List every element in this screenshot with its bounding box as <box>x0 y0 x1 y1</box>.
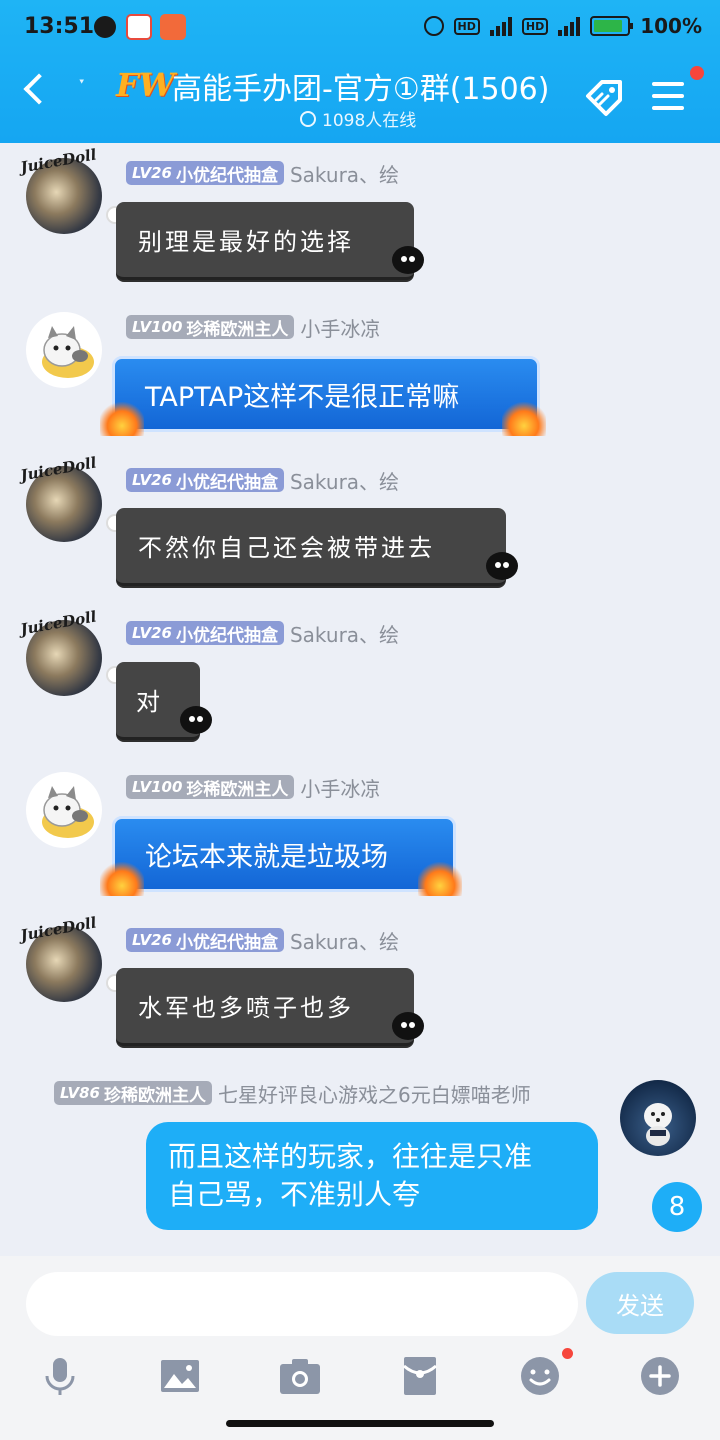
red-packet-icon[interactable] <box>398 1354 442 1398</box>
avatar[interactable] <box>620 1080 696 1156</box>
flame-decoration-icon <box>418 862 462 896</box>
bubble-decoration-icon <box>392 246 424 274</box>
online-icon <box>300 110 316 127</box>
sender-nick[interactable]: Sakura、绘 <box>290 619 399 648</box>
shield-icon <box>94 16 116 38</box>
status-time: 13:51 <box>24 14 95 39</box>
shop-notification-icon <box>160 14 186 40</box>
sender-nick[interactable]: Sakura、绘 <box>290 466 399 495</box>
mic-icon[interactable] <box>38 1354 82 1398</box>
message-text: 别理是最好的选择 <box>138 228 354 256</box>
level-badge: LV26 小优纪代抽盒 <box>126 928 284 953</box>
sender-meta: LV26 小优纪代抽盒 Sakura、绘 <box>126 619 399 648</box>
sender-meta: LV26 小优纪代抽盒 Sakura、绘 <box>126 926 399 955</box>
cat-avatar-image <box>42 786 94 838</box>
level-badge: LV26 小优纪代抽盒 <box>126 468 284 493</box>
online-label: 1098人在线 <box>322 111 417 131</box>
message-bubble[interactable]: 不然你自己还会被带进去 <box>116 508 506 586</box>
page-title[interactable]: 高能手办团-官方①群(1506) <box>172 64 549 108</box>
flame-decoration-icon <box>502 402 546 436</box>
level-badge: LV100 珍稀欧洲主人 <box>126 775 295 800</box>
hd-icon-2: HD <box>521 17 549 35</box>
notification-dot <box>690 66 704 80</box>
camera-icon[interactable] <box>278 1354 322 1398</box>
message-input[interactable] <box>26 1272 578 1336</box>
message-text: 论坛本来就是垃圾场 <box>145 841 388 873</box>
message-bubble[interactable]: 而且这样的玩家，往往是只准 自己骂，不准别人夸 <box>146 1122 598 1230</box>
app-notification-icon <box>126 14 152 40</box>
back-icon[interactable] <box>23 73 55 105</box>
sender-meta: LV100 珍稀欧洲主人 小手冰凉 <box>126 773 380 802</box>
group-badge: FW <box>116 66 175 104</box>
status-bar: 13:51 HD HD 100% <box>0 10 720 44</box>
message-text: 水军也多喷子也多 <box>138 994 354 1022</box>
home-indicator[interactable] <box>226 1420 494 1427</box>
alarm-icon <box>423 16 444 36</box>
message-text: 对 <box>136 688 163 716</box>
battery-percent: 100% <box>640 14 702 38</box>
level-badge: LV86 珍稀欧洲主人 <box>54 1081 212 1106</box>
sender-nick[interactable]: Sakura、绘 <box>290 159 399 188</box>
signal-icon-2 <box>558 16 581 36</box>
level-badge: LV26 小优纪代抽盒 <box>126 161 284 186</box>
input-bar: 发送 <box>0 1256 720 1440</box>
bubble-decoration-icon <box>486 552 518 580</box>
bubble-decoration-icon <box>180 706 212 734</box>
status-right: HD HD 100% <box>423 14 702 38</box>
emoji-notification-dot <box>562 1348 573 1359</box>
message-bubble[interactable]: 别理是最好的选择 <box>116 202 414 280</box>
message-bubble[interactable]: 水军也多喷子也多 <box>116 968 414 1046</box>
level-badge: LV26 小优纪代抽盒 <box>126 621 284 646</box>
flame-decoration-icon <box>100 402 144 436</box>
unread-count-badge[interactable]: 8 <box>652 1182 702 1232</box>
dog-avatar-image <box>644 1103 672 1146</box>
avatar[interactable] <box>26 312 102 388</box>
group-tag-icon[interactable] <box>582 76 626 120</box>
ear-icon[interactable]: ⁦ˑ <box>78 70 87 100</box>
battery-icon <box>590 16 634 36</box>
message-text-line: 而且这样的玩家，往往是只准 <box>168 1140 533 1173</box>
sender-nick[interactable]: Sakura、绘 <box>290 926 399 955</box>
message-text-line: 自己骂，不准别人夸 <box>168 1178 421 1211</box>
sender-meta: LV26 小优纪代抽盒 Sakura、绘 <box>126 466 399 495</box>
sender-nick[interactable]: 小手冰凉 <box>300 313 380 342</box>
cat-avatar-image <box>42 326 94 378</box>
sender-meta: LV100 珍稀欧洲主人 小手冰凉 <box>126 313 380 342</box>
emoji-icon[interactable] <box>518 1354 562 1398</box>
sender-nick[interactable]: 七星好评良心游戏之6元白嫖喵老师 <box>218 1079 531 1108</box>
plus-icon[interactable] <box>638 1354 682 1398</box>
sender-meta: LV26 小优纪代抽盒 Sakura、绘 <box>126 159 399 188</box>
send-button[interactable]: 发送 <box>586 1272 694 1334</box>
menu-icon[interactable] <box>652 82 684 110</box>
signal-icon <box>489 16 512 36</box>
image-icon[interactable] <box>158 1354 202 1398</box>
sender-nick[interactable]: 小手冰凉 <box>300 773 380 802</box>
level-badge: LV100 珍稀欧洲主人 <box>126 315 295 340</box>
message-bubble[interactable]: TAPTAP这样不是很正常嘛 <box>112 356 540 432</box>
chat-header: 13:51 HD HD 100% ⁦ˑ FW 高能手办团-官方①群(1506) … <box>0 0 720 143</box>
message-text: TAPTAP这样不是很正常嘛 <box>145 381 460 413</box>
flame-decoration-icon <box>100 862 144 896</box>
avatar[interactable] <box>26 772 102 848</box>
bubble-decoration-icon <box>392 1012 424 1040</box>
online-count: 1098人在线 <box>300 106 416 131</box>
message-bubble[interactable]: 论坛本来就是垃圾场 <box>112 816 456 892</box>
hd-icon: HD <box>453 17 480 35</box>
sender-meta: LV86 珍稀欧洲主人 七星好评良心游戏之6元白嫖喵老师 <box>54 1079 531 1108</box>
message-text: 不然你自己还会被带进去 <box>138 534 435 562</box>
